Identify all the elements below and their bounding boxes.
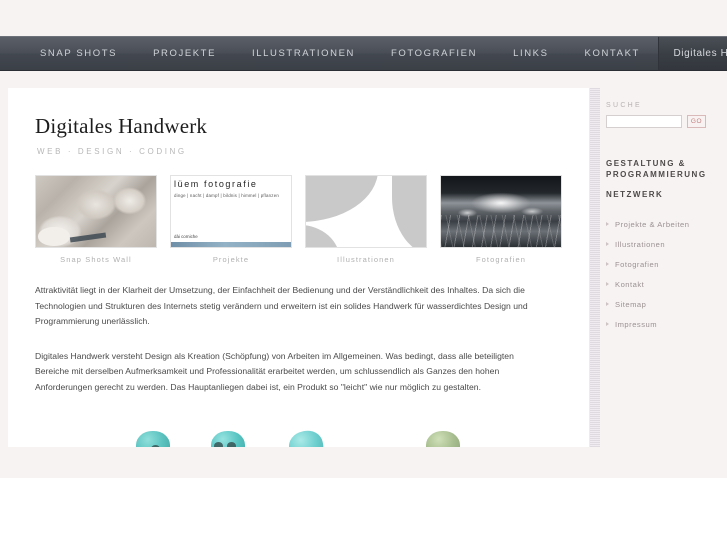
thumbnail-fotografien[interactable]: Fotografien [440,175,562,264]
bottom-band [0,447,727,478]
nav-item-list: SNAP SHOTS PROJEKTE ILLUSTRATIONEN FOTOG… [22,37,658,70]
main-navigation: SNAP SHOTS PROJEKTE ILLUSTRATIONEN FOTOG… [0,36,727,71]
thumbnail-gallery: Snap Shots Wall lüem fotografie dinge | … [35,175,562,264]
robot-figure-2 [202,429,254,447]
thumbnail-caption-fotografien: Fotografien [475,255,527,264]
site-brand-label: Digitales Handwerk [673,48,727,59]
top-band [0,0,727,36]
nav-item-illustrationen[interactable]: ILLUSTRATIONEN [234,37,373,71]
thumbnail-caption-snap-shots-wall: Snap Shots Wall [60,255,132,264]
robot-figure-1 [127,429,179,447]
nav-item-kontakt[interactable]: KONTAKT [567,37,658,71]
robot-figure-4 [417,429,469,447]
nav-item-fotografien[interactable]: FOTOGRAFIEN [373,37,495,71]
footer-area [0,478,727,545]
intro-paragraph-1: Attraktivität liegt in der Klarheit der … [35,285,528,326]
page-subtitle: WEB · DESIGN · CODING [37,147,187,156]
sidebar-item-fotografien[interactable]: Fotografien [606,260,721,269]
nav-left-spacer [0,37,22,70]
thumbnail-projekte[interactable]: lüem fotografie dinge | nacht | dampf | … [170,175,292,264]
thumbnail-image-projekte[interactable]: lüem fotografie dinge | nacht | dampf | … [170,175,292,248]
content-panel-edge [590,88,600,447]
thumbnail-image-fotografien[interactable] [440,175,562,248]
sidebar-item-kontakt[interactable]: Kontakt [606,280,721,289]
content-inner: Digitales Handwerk WEB · DESIGN · CODING… [8,88,589,447]
nav-item-projekte[interactable]: PROJEKTE [135,37,234,71]
thumbnail-caption-projekte: Projekte [212,255,250,264]
thumbnail-overlay-footer: dài corniche [174,234,198,239]
thumbnail-caption-illustrationen: Illustrationen [337,255,395,264]
page-title: Digitales Handwerk [35,114,208,138]
thumbnail-snap-shots-wall[interactable]: Snap Shots Wall [35,175,157,264]
search-go-button[interactable]: GO [687,115,706,128]
sidebar-item-illustrationen[interactable]: Illustrationen [606,240,721,249]
nav-item-snap-shots[interactable]: SNAP SHOTS [22,37,135,71]
sidebar-item-impressum[interactable]: Impressum [606,320,721,329]
site-brand[interactable]: Digitales Handwerk [657,37,727,70]
robot-head [426,431,460,447]
search-label: SUCHE [606,102,643,109]
intro-paragraph-2: Digitales Handwerk versteht Design als K… [35,350,514,392]
robot-head [286,427,326,447]
page-root: SNAP SHOTS PROJEKTE ILLUSTRATIONEN FOTOG… [0,0,727,545]
search-input[interactable] [606,115,682,128]
illustration-shape-c [306,225,340,247]
thumbnail-image-illustrationen[interactable] [305,175,427,248]
thumbnail-overlay-bar [171,242,291,247]
sidebar-item-projekte-arbeiten[interactable]: Projekte & Arbeiten [606,220,721,229]
thumbnail-illustrationen[interactable]: Illustrationen [305,175,427,264]
sidebar-heading-netzwerk: NETZWERK [606,190,664,199]
robot-figure-3 [280,427,332,447]
illustration-shape-a [306,176,378,222]
thumbnail-overlay-subtitle: dinge | nacht | dampf | bildnis | himmel… [174,193,279,198]
nav-under-band [0,71,727,88]
sidebar: SUCHE GO GESTALTUNG & PROGRAMMIERUNG NET… [606,88,721,340]
sidebar-item-sitemap[interactable]: Sitemap [606,300,721,309]
page-body: Digitales Handwerk WEB · DESIGN · CODING… [0,88,727,478]
thumbnail-image-snap-shots-wall[interactable] [35,175,157,248]
illustration-shape-b [392,176,426,247]
sidebar-heading-gestaltung: GESTALTUNG & PROGRAMMIERUNG [606,159,707,179]
robot-figure-strip [35,409,559,447]
content-panel: Digitales Handwerk WEB · DESIGN · CODING… [8,88,590,447]
thumbnail-overlay-title: lüem fotografie [174,179,258,189]
search-form: GO [606,115,721,128]
nav-item-links[interactable]: LINKS [495,37,566,71]
sidebar-link-list: Projekte & Arbeiten Illustrationen Fotog… [606,220,721,329]
